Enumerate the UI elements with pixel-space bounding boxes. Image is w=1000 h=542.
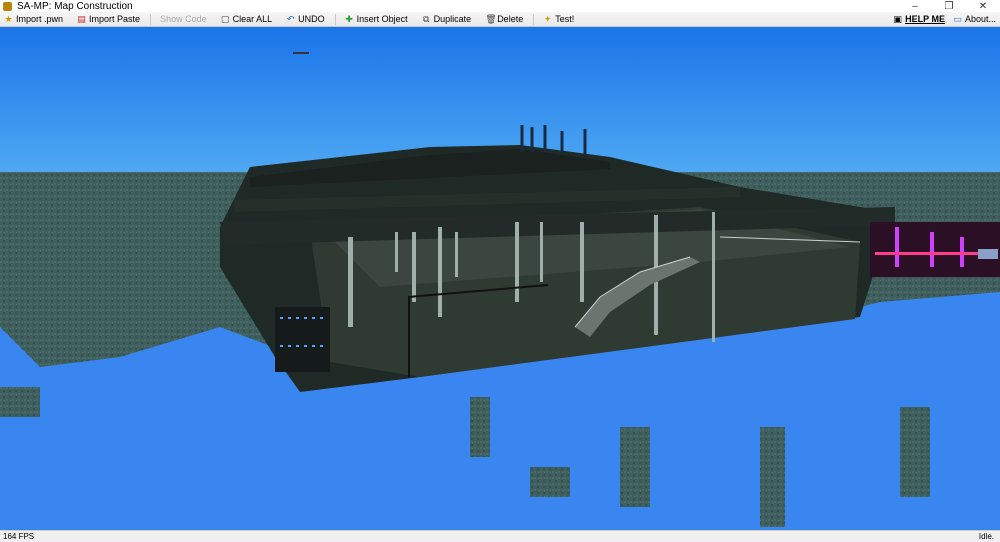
test-star-icon: ✦: [543, 13, 552, 24]
toolbar: ★ Import .pwn ▤ Import Paste Show Code ▢…: [0, 12, 1000, 27]
clear-all-button[interactable]: ▢ Clear ALL: [220, 13, 272, 24]
distant-plane: [293, 52, 309, 54]
title-bar: SA-MP: Map Construction – ❐ ✕: [0, 0, 1000, 12]
window-title: SA-MP: Map Construction: [17, 0, 133, 12]
info-icon: ▭: [953, 13, 962, 24]
paste-icon: ▤: [77, 13, 86, 24]
toolbar-separator: [533, 13, 535, 25]
undo-button[interactable]: ↶ UNDO: [286, 14, 325, 24]
plus-icon: ✚: [345, 13, 353, 24]
3d-viewport[interactable]: [0, 27, 1000, 530]
help-book-icon: ▣: [893, 13, 902, 24]
status-text: Idle.: [978, 532, 994, 541]
minimize-button[interactable]: –: [898, 0, 932, 12]
duplicate-button[interactable]: ⧉ Duplicate: [422, 13, 471, 24]
fps-counter: 164 FPS: [3, 532, 35, 541]
restore-button[interactable]: ❐: [932, 0, 966, 12]
neon-structure: [870, 222, 1000, 277]
import-pwn-button[interactable]: ★ Import .pwn: [4, 14, 63, 24]
close-button[interactable]: ✕: [966, 0, 1000, 12]
toolbar-right-group: ▣ HELP ME ▭ About...: [893, 12, 996, 26]
undo-icon: ↶: [286, 13, 295, 24]
map-scene: [0, 27, 1000, 530]
about-button[interactable]: ▭ About...: [953, 14, 996, 24]
import-paste-button[interactable]: ▤ Import Paste: [77, 14, 140, 24]
test-button[interactable]: ✦ Test!: [543, 14, 574, 24]
show-code-button[interactable]: Show Code: [160, 14, 207, 24]
duplicate-icon: ⧉: [422, 13, 430, 24]
folder-star-icon: ★: [4, 13, 13, 24]
clear-page-icon: ▢: [220, 13, 230, 24]
toolbar-separator: [334, 13, 336, 25]
app-icon: [3, 1, 12, 11]
insert-object-button[interactable]: ✚ Insert Object: [345, 13, 407, 24]
trash-icon: 🗑: [485, 13, 497, 24]
help-button[interactable]: ▣ HELP ME: [893, 14, 945, 24]
delete-button[interactable]: 🗑 Delete: [485, 14, 523, 24]
status-bar: 164 FPS Idle.: [0, 530, 1000, 542]
toolbar-separator: [150, 13, 152, 25]
